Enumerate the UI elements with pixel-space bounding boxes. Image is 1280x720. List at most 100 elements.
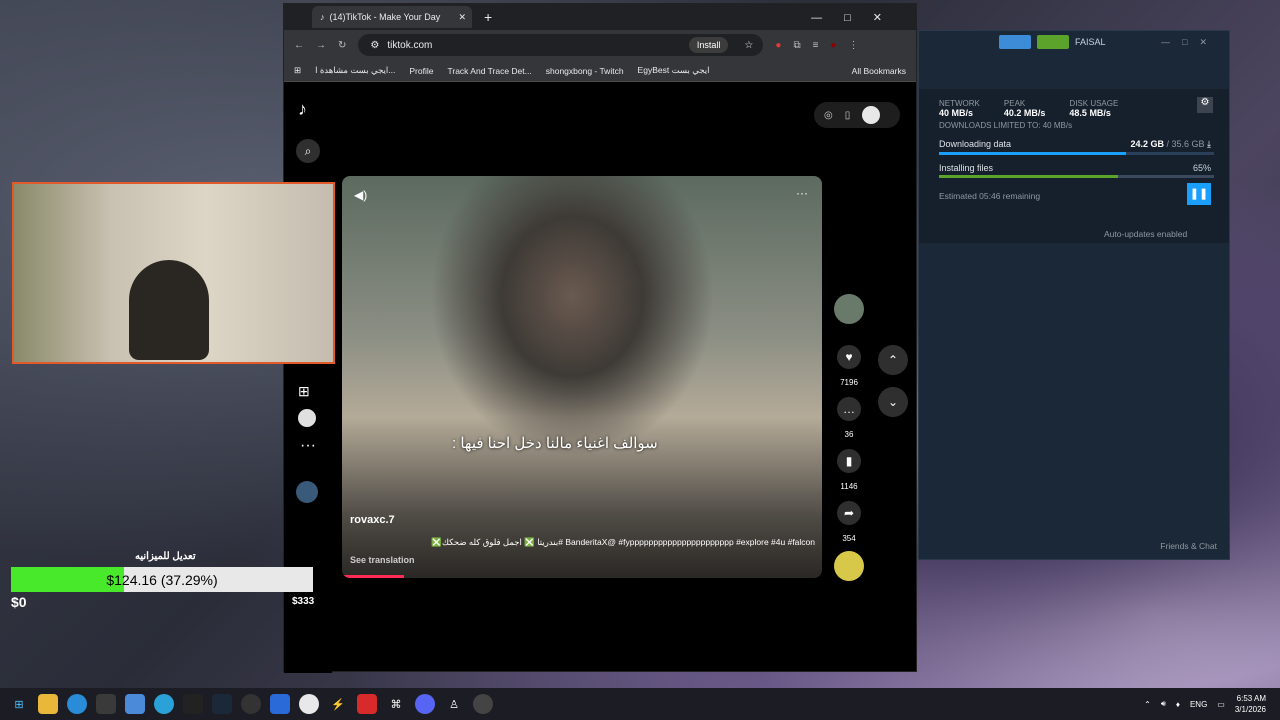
tiktok-icon: ♪	[320, 12, 325, 22]
app-icon[interactable]	[96, 694, 116, 714]
chevron-down-icon[interactable]: ⌄	[878, 387, 908, 417]
more-options-icon[interactable]: ···	[796, 186, 808, 200]
bookmark-item[interactable]: Track And Trace Det...	[447, 66, 531, 76]
window-controls[interactable]: —□✕	[1161, 37, 1219, 48]
forward-icon[interactable]: →	[316, 40, 326, 51]
comment-icon[interactable]: …	[837, 397, 861, 421]
system-tray: ⌃ 🔊︎ ♦ ENG ▭ 6:53 AM 3/1/2026	[1144, 693, 1280, 715]
disk-stat: DISK USAGE 48.5 MB/s	[1069, 99, 1119, 118]
install-percent: 65%	[1192, 163, 1211, 173]
steam-window: FAISAL —□✕ NETWORK 40 MB/s PEAK 40.2 MB/s …	[918, 30, 1230, 560]
coins-icon[interactable]: ◎	[824, 110, 833, 121]
edge-icon[interactable]	[67, 694, 87, 714]
steam-user-name[interactable]: FAISAL	[1075, 37, 1106, 47]
download-progress-bar	[939, 152, 1214, 155]
address-bar[interactable]: ⚙ tiktok.com Install ☆	[358, 34, 764, 56]
more-icon[interactable]: ···	[300, 437, 316, 455]
upload-icon[interactable]: ⊞	[298, 383, 310, 400]
steam-announce-button[interactable]	[999, 35, 1031, 49]
creator-avatar[interactable]	[834, 294, 864, 324]
tiktok-logo-icon[interactable]: ♪	[298, 99, 307, 120]
balance-label: $333	[292, 596, 315, 607]
app-icon[interactable]: ♙	[444, 694, 464, 714]
new-tab-icon[interactable]: +	[484, 9, 492, 25]
steam-notification-button[interactable]	[1037, 35, 1069, 49]
bookmarks-bar: ⊞ ايجي بست مشاهدة ا... Profile Track And…	[284, 60, 916, 82]
discord-icon[interactable]	[415, 694, 435, 714]
install-button[interactable]: Install	[688, 37, 729, 53]
back-icon[interactable]: ←	[294, 40, 304, 51]
menu-icon[interactable]: ⋮	[848, 40, 858, 51]
likes-count: 7196	[840, 378, 858, 387]
webcam-overlay	[12, 182, 335, 364]
download-size: 24.2 GB / 35.6 GB ⤓	[1130, 139, 1211, 149]
pause-icon[interactable]: ❚❚	[1187, 183, 1211, 205]
bookmark-item[interactable]: EgyBest ايجي بست	[638, 65, 710, 76]
app-icon[interactable]	[241, 694, 261, 714]
file-explorer-icon[interactable]	[38, 694, 58, 714]
settings-gear-icon[interactable]: ⚙	[1197, 97, 1213, 113]
mic-icon[interactable]: ♦	[1176, 700, 1180, 709]
chevron-up-icon[interactable]: ⌃	[878, 345, 908, 375]
steam-titlebar: FAISAL —□✕	[919, 31, 1229, 53]
webcam-person	[129, 260, 209, 360]
shares-count: 354	[842, 534, 856, 543]
telegram-icon[interactable]	[154, 694, 174, 714]
clock[interactable]: 6:53 AM 3/1/2026	[1235, 693, 1266, 715]
extension-icon[interactable]: ●	[775, 40, 781, 51]
budget-value: $124.16 (37.29%)	[106, 572, 218, 588]
volume-icon[interactable]: ◀)	[354, 188, 367, 202]
taskbar: ⊞ ⚡ ⌘ ♙ ⌃ 🔊︎ ♦ ENG ▭ 6:53 AM 3/1/2026	[0, 688, 1280, 720]
like-heart-icon[interactable]: ♥	[837, 345, 861, 369]
media-icon[interactable]: ≡	[813, 40, 819, 51]
all-bookmarks[interactable]: All Bookmarks	[852, 66, 906, 76]
app-icon[interactable]: ⚡	[328, 694, 348, 714]
reload-icon[interactable]: ↻	[338, 40, 346, 51]
start-icon[interactable]: ⊞	[9, 694, 29, 714]
search-icon[interactable]: ⌕	[296, 139, 320, 163]
bookmark-item[interactable]: ايجي بست مشاهدة ا...	[315, 65, 395, 76]
downloads-panel: NETWORK 40 MB/s PEAK 40.2 MB/s DISK USAGE 4…	[919, 89, 1229, 243]
apps-icon[interactable]: ⊞	[294, 65, 301, 76]
network-icon[interactable]: ▭	[1217, 700, 1225, 709]
video-player[interactable]: ◀) ··· سوالف اغنياء مالنا دخل احنا فيها …	[342, 176, 822, 578]
volume-icon[interactable]: 🔊︎	[1161, 699, 1166, 709]
app-icon[interactable]	[270, 694, 290, 714]
share-icon[interactable]: ➦	[837, 501, 861, 525]
profile-avatar[interactable]: ●	[830, 40, 836, 51]
budget-min: $0	[11, 594, 27, 610]
bookmark-star-icon[interactable]: ☆	[744, 40, 753, 51]
saves-count: 1146	[840, 482, 858, 491]
tab-tiktok[interactable]: ♪ (14)TikTok - Make Your Day ✕	[312, 6, 472, 28]
window-controls[interactable]: —□✕	[811, 11, 904, 24]
video-progress-bar[interactable]	[342, 575, 404, 578]
profile-avatar[interactable]	[862, 106, 881, 124]
bookmark-icon[interactable]: ▮	[837, 449, 861, 473]
profile-avatar[interactable]	[298, 409, 316, 427]
app-icon[interactable]: ⌘	[386, 694, 406, 714]
see-translation-link[interactable]: See translation	[350, 555, 415, 565]
language-indicator[interactable]: ENG	[1190, 700, 1207, 709]
app-icon[interactable]	[357, 694, 377, 714]
obs-icon[interactable]	[473, 694, 493, 714]
epic-games-icon[interactable]	[183, 694, 203, 714]
bookmark-item[interactable]: shongxbong - Twitch	[546, 66, 624, 76]
site-info-icon[interactable]: ⚙	[370, 40, 379, 51]
following-avatar[interactable]	[296, 481, 318, 503]
puzzle-icon[interactable]: ⧉	[793, 40, 800, 51]
chevron-up-icon[interactable]: ⌃	[1144, 700, 1151, 709]
notepad-icon[interactable]	[125, 694, 145, 714]
chrome-icon[interactable]	[299, 694, 319, 714]
bookmark-item[interactable]: Profile	[409, 66, 433, 76]
video-username[interactable]: rovaxc.7	[350, 514, 395, 526]
remaining-time: Estimated 05:46 remaining	[939, 191, 1041, 201]
comments-count: 36	[844, 430, 854, 439]
steam-icon[interactable]	[212, 694, 232, 714]
peak-stat: PEAK 40.2 MB/s	[1003, 99, 1046, 118]
device-icon[interactable]: ▯	[845, 110, 851, 121]
music-disc-icon[interactable]	[834, 551, 864, 581]
top-actions: ◎ ▯	[814, 102, 900, 128]
friends-chat-button[interactable]: Friends & Chat	[1160, 541, 1217, 551]
video-caption: سوالف اغنياء مالنا دخل احنا فيها :	[452, 435, 658, 452]
close-icon[interactable]: ✕	[458, 12, 466, 23]
